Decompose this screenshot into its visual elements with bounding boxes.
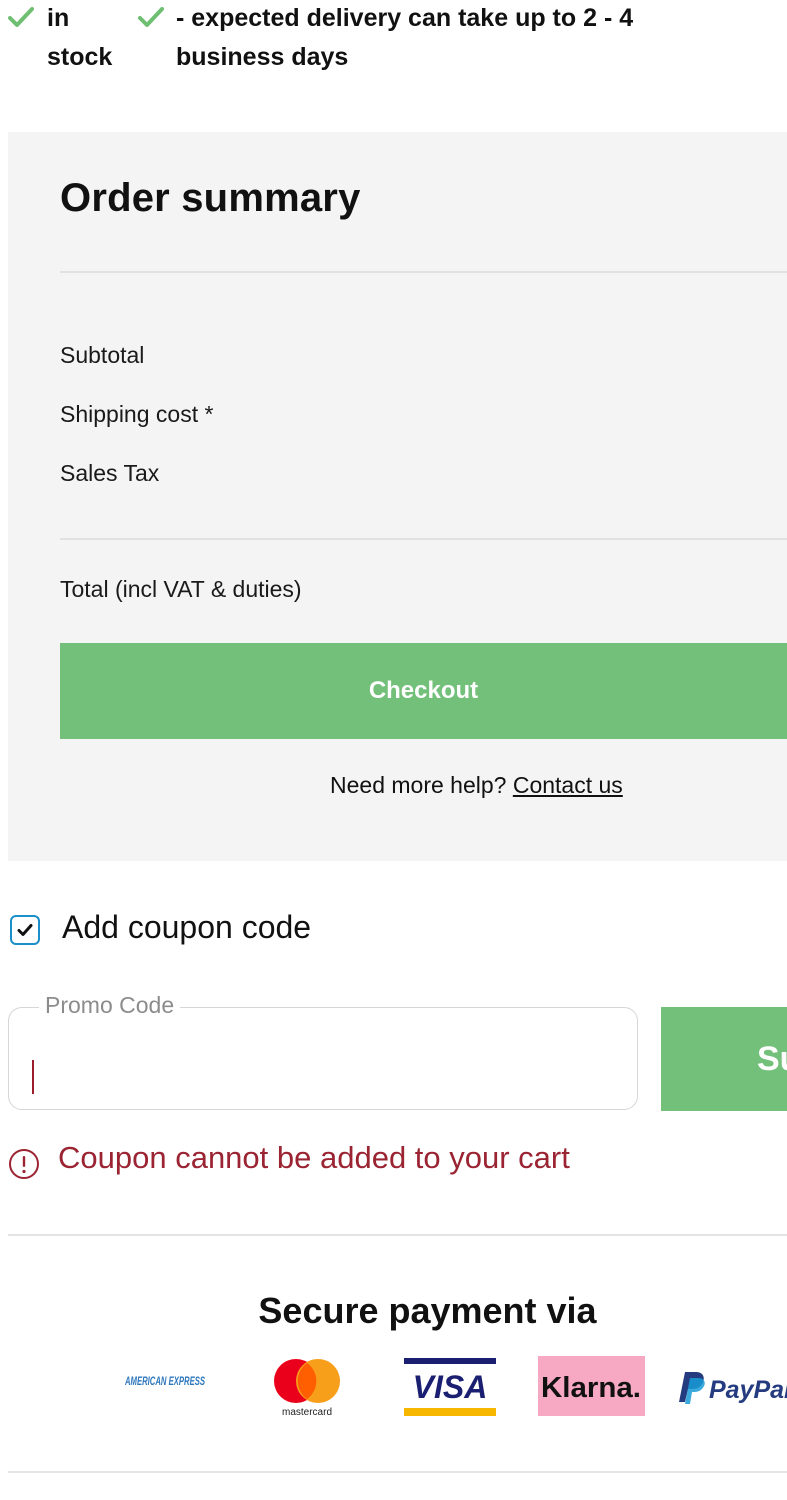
checkmark-icon xyxy=(17,924,33,936)
check-icon xyxy=(8,6,34,28)
add-coupon-checkbox[interactable] xyxy=(10,915,40,945)
text-caret xyxy=(32,1060,34,1094)
svg-text:Klarna.: Klarna. xyxy=(541,1372,641,1404)
secure-payment-title: Secure payment via xyxy=(258,1290,597,1331)
mastercard-logo: mastercard xyxy=(266,1356,348,1418)
promo-code-input[interactable] xyxy=(31,1046,615,1088)
svg-text:VISA: VISA xyxy=(413,1369,488,1405)
amex-logo: AMERICAN EXPRESS xyxy=(122,1372,208,1402)
add-coupon-label[interactable]: Add coupon code xyxy=(62,909,311,946)
total-label: Total (incl VAT & duties) xyxy=(60,576,302,602)
contact-us-link[interactable]: Contact us xyxy=(513,772,623,798)
coupon-error-message: Coupon cannot be added to your cart xyxy=(58,1140,570,1175)
promo-code-field[interactable]: Promo Code xyxy=(8,992,638,1110)
order-summary-panel: Order summary Subtotal Shipping cost * S… xyxy=(8,132,787,861)
klarna-logo: Klarna. xyxy=(538,1356,645,1416)
check-icon xyxy=(138,6,164,28)
subtotal-label: Subtotal xyxy=(60,342,145,368)
checkout-button[interactable]: Checkout xyxy=(60,643,787,739)
shipping-cost-label: Shipping cost * xyxy=(60,401,214,427)
checkout-sidebar: in stock - expected delivery can take up… xyxy=(0,0,787,1500)
alert-circle-icon xyxy=(8,1148,40,1180)
divider xyxy=(60,538,787,540)
visa-logo: VISA xyxy=(404,1356,496,1418)
svg-text:AMERICAN EXPRESS: AMERICAN EXPRESS xyxy=(124,1374,205,1388)
promo-code-label: Promo Code xyxy=(39,992,181,1019)
help-text: Need more help? xyxy=(330,772,507,798)
order-summary-title: Order summary xyxy=(60,176,361,220)
divider xyxy=(8,1234,787,1236)
paypal-logo: PayPal xyxy=(675,1356,787,1418)
svg-text:mastercard: mastercard xyxy=(282,1407,332,1418)
help-row: Need more help? Contact us xyxy=(330,772,623,799)
divider xyxy=(60,271,787,273)
submit-coupon-button[interactable]: Submit xyxy=(661,1007,787,1111)
delivery-estimate: - expected delivery can take up to 2 - 4… xyxy=(176,4,634,71)
divider xyxy=(8,1471,787,1473)
svg-text:PayPal: PayPal xyxy=(709,1376,787,1404)
sales-tax-label: Sales Tax xyxy=(60,460,160,486)
stock-status: in stock xyxy=(47,4,113,71)
